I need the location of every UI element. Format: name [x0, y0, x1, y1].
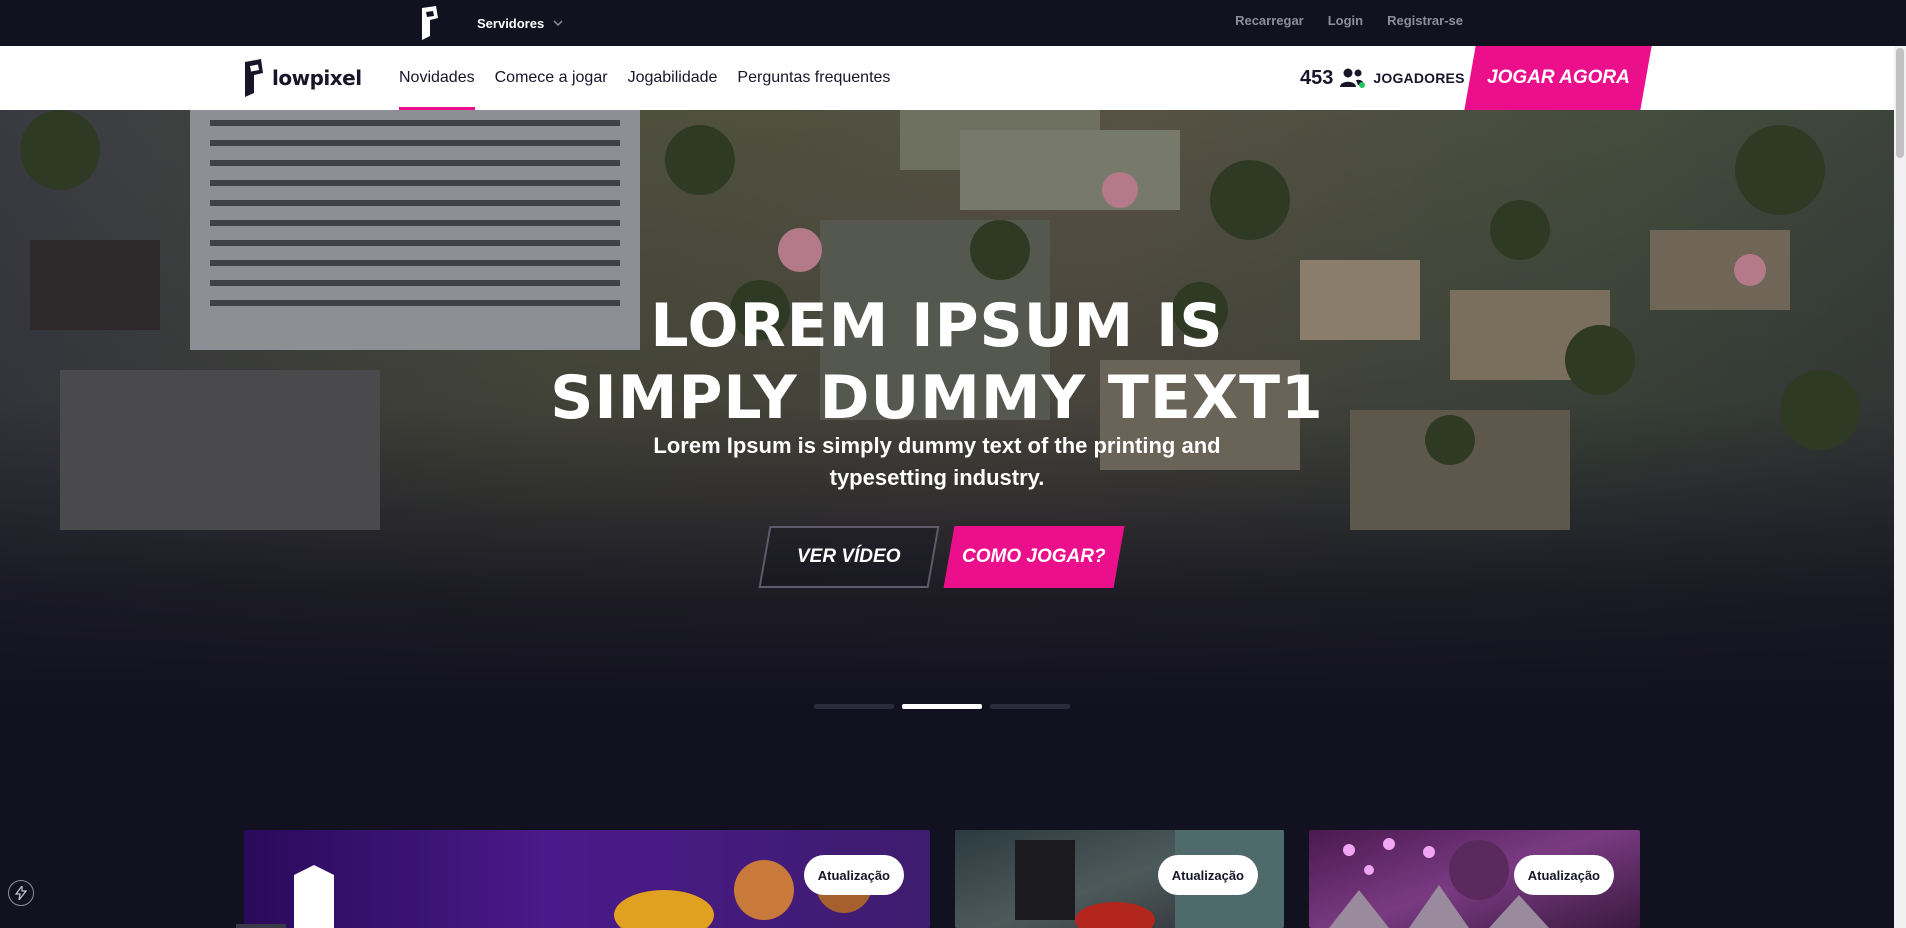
hero-subtitle-line-2: typesetting industry. [829, 465, 1045, 490]
nav-item-novidades[interactable]: Novidades [399, 46, 475, 110]
nav-menu: Novidades Comece a jogar Jogabilidade Pe… [399, 46, 890, 110]
nav-item-comece-a-jogar[interactable]: Comece a jogar [495, 46, 608, 110]
users-online-icon [1340, 68, 1366, 88]
chevron-down-icon [553, 20, 563, 27]
players-count: 453 [1300, 66, 1334, 89]
players-label: JOGADORES [1373, 70, 1465, 86]
scrollbar-thumb[interactable] [1896, 48, 1904, 158]
watch-video-button[interactable]: VER VÍDEO [758, 526, 940, 588]
carousel-indicators [814, 704, 1070, 709]
hero-title-line-2: SIMPLY DUMMY TEXT1 [550, 363, 1324, 433]
carousel-dot-3[interactable] [990, 704, 1070, 709]
main-navbar: lowpixel Novidades Comece a jogar Jogabi… [0, 46, 1894, 110]
online-players: 453 JOGADORES [1300, 46, 1465, 110]
lowpixel-logo-icon [245, 59, 263, 97]
page: { "topbar": { "servers_label": "Servidor… [0, 0, 1906, 928]
register-link[interactable]: Registrar-se [1387, 13, 1463, 28]
vertical-scrollbar[interactable] [1894, 46, 1906, 928]
carousel-dot-1[interactable] [814, 704, 894, 709]
play-now-label: JOGAR AGORA [1486, 67, 1630, 88]
news-card[interactable]: Atualização [244, 830, 930, 928]
how-to-play-label: COMO JOGAR? [962, 546, 1106, 567]
carousel-dot-2[interactable] [902, 704, 982, 709]
lightning-icon [15, 886, 27, 900]
card-badge: Atualização [1513, 855, 1614, 895]
hero-banner: LOREM IPSUM IS SIMPLY DUMMY TEXT1 Lorem … [0, 110, 1894, 760]
top-bar: Servidores Recarregar Login Registrar-se [0, 0, 1906, 46]
how-to-play-button[interactable]: COMO JOGAR? [943, 526, 1125, 588]
play-now-button[interactable]: JOGAR AGORA [1464, 46, 1652, 110]
servers-dropdown[interactable]: Servidores [477, 13, 564, 33]
hero-subtitle: Lorem Ipsum is simply dummy text of the … [630, 430, 1244, 494]
nav-item-jogabilidade[interactable]: Jogabilidade [628, 46, 718, 110]
news-card[interactable]: Atualização [1309, 830, 1640, 928]
card-badge: Atualização [803, 855, 904, 895]
lowpixel-mini-logo-icon[interactable] [418, 6, 442, 40]
hero-subtitle-line-1: Lorem Ipsum is simply dummy text of the … [653, 433, 1221, 458]
card-badge: Atualização [1157, 855, 1258, 895]
news-card[interactable]: Atualização [955, 830, 1284, 928]
lowpixel-logo[interactable]: lowpixel [242, 58, 362, 98]
servers-label: Servidores [477, 15, 545, 31]
hero-title: LOREM IPSUM IS SIMPLY DUMMY TEXT1 [547, 290, 1327, 434]
watch-video-label: VER VÍDEO [797, 546, 901, 567]
nav-item-perguntas-frequentes[interactable]: Perguntas frequentes [737, 46, 890, 110]
hero-title-line-1: LOREM IPSUM IS [650, 291, 1224, 361]
quick-action-button[interactable] [8, 880, 34, 906]
horizontal-scroll-thumb[interactable] [236, 924, 286, 928]
recharge-link[interactable]: Recarregar [1235, 13, 1304, 28]
login-link[interactable]: Login [1328, 13, 1363, 28]
account-links: Recarregar Login Registrar-se [1235, 13, 1463, 28]
logo-text: lowpixel [272, 66, 362, 90]
